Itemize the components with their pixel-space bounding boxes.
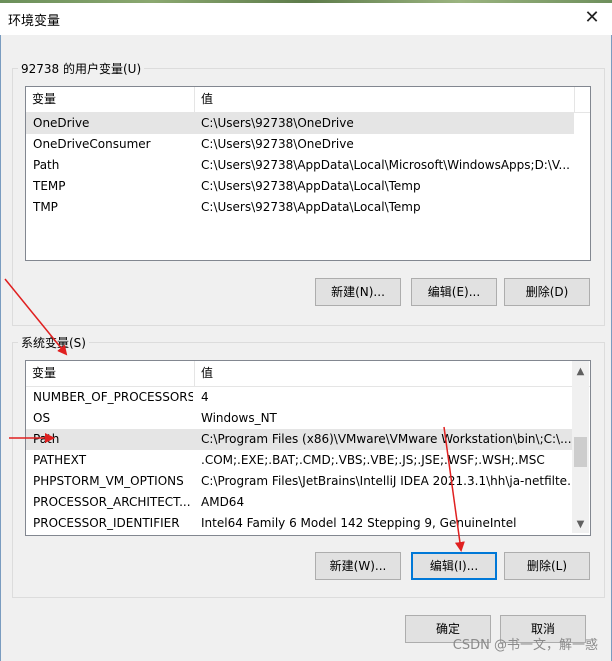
annotation-arrow-system-group [4, 278, 68, 356]
annotation-arrows [4, 278, 465, 552]
annotation-arrow-edit-button [443, 426, 465, 552]
